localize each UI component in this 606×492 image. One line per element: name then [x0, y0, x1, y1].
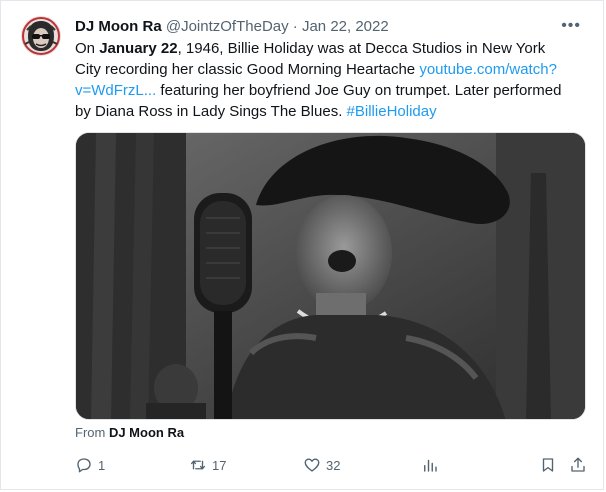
retweet-icon — [190, 460, 206, 470]
bookmark-icon — [542, 458, 554, 472]
tweet-card[interactable]: DJ Moon Ra @JointzOfTheDay · Jan 22, 202… — [0, 0, 604, 490]
author-display-name[interactable]: DJ Moon Ra — [75, 18, 162, 35]
like-button[interactable]: 32 — [303, 455, 340, 475]
tweet-text: On January 22, 1946, Billie Holiday was … — [75, 38, 575, 122]
retweet-button[interactable]: 17 — [189, 455, 226, 475]
share-button[interactable] — [569, 455, 587, 475]
analytics-icon — [424, 459, 437, 472]
hashtag-link[interactable]: #BillieHoliday — [347, 103, 437, 120]
reply-count: 1 — [98, 457, 106, 473]
avatar-image — [21, 16, 61, 56]
media-image[interactable] — [75, 132, 586, 420]
reply-button[interactable]: 1 — [75, 455, 105, 475]
from-prefix: From — [75, 425, 109, 440]
action-bar: 1 17 32 — [75, 455, 587, 475]
text-part-1: On — [75, 40, 100, 57]
retweet-count: 17 — [212, 457, 227, 473]
photo-singer-microphone — [76, 133, 585, 419]
more-options-icon[interactable]: ••• — [561, 17, 581, 35]
heart-icon — [304, 458, 320, 472]
author-handle[interactable]: @JointzOfTheDay — [166, 18, 289, 35]
text-date-bold: January 22 — [99, 40, 178, 57]
tweet-date[interactable]: Jan 22, 2022 — [302, 18, 389, 35]
tweet-header: DJ Moon Ra @JointzOfTheDay · Jan 22, 202… — [75, 16, 389, 38]
reply-icon — [77, 458, 91, 473]
separator-dot: · — [292, 18, 298, 35]
like-count: 32 — [326, 457, 341, 473]
from-author-link[interactable]: DJ Moon Ra — [109, 425, 184, 440]
bookmark-button[interactable] — [539, 455, 557, 475]
avatar[interactable] — [21, 16, 61, 56]
media-source: From DJ Moon Ra — [75, 425, 184, 440]
views-button[interactable] — [421, 455, 439, 475]
share-icon — [571, 457, 585, 472]
